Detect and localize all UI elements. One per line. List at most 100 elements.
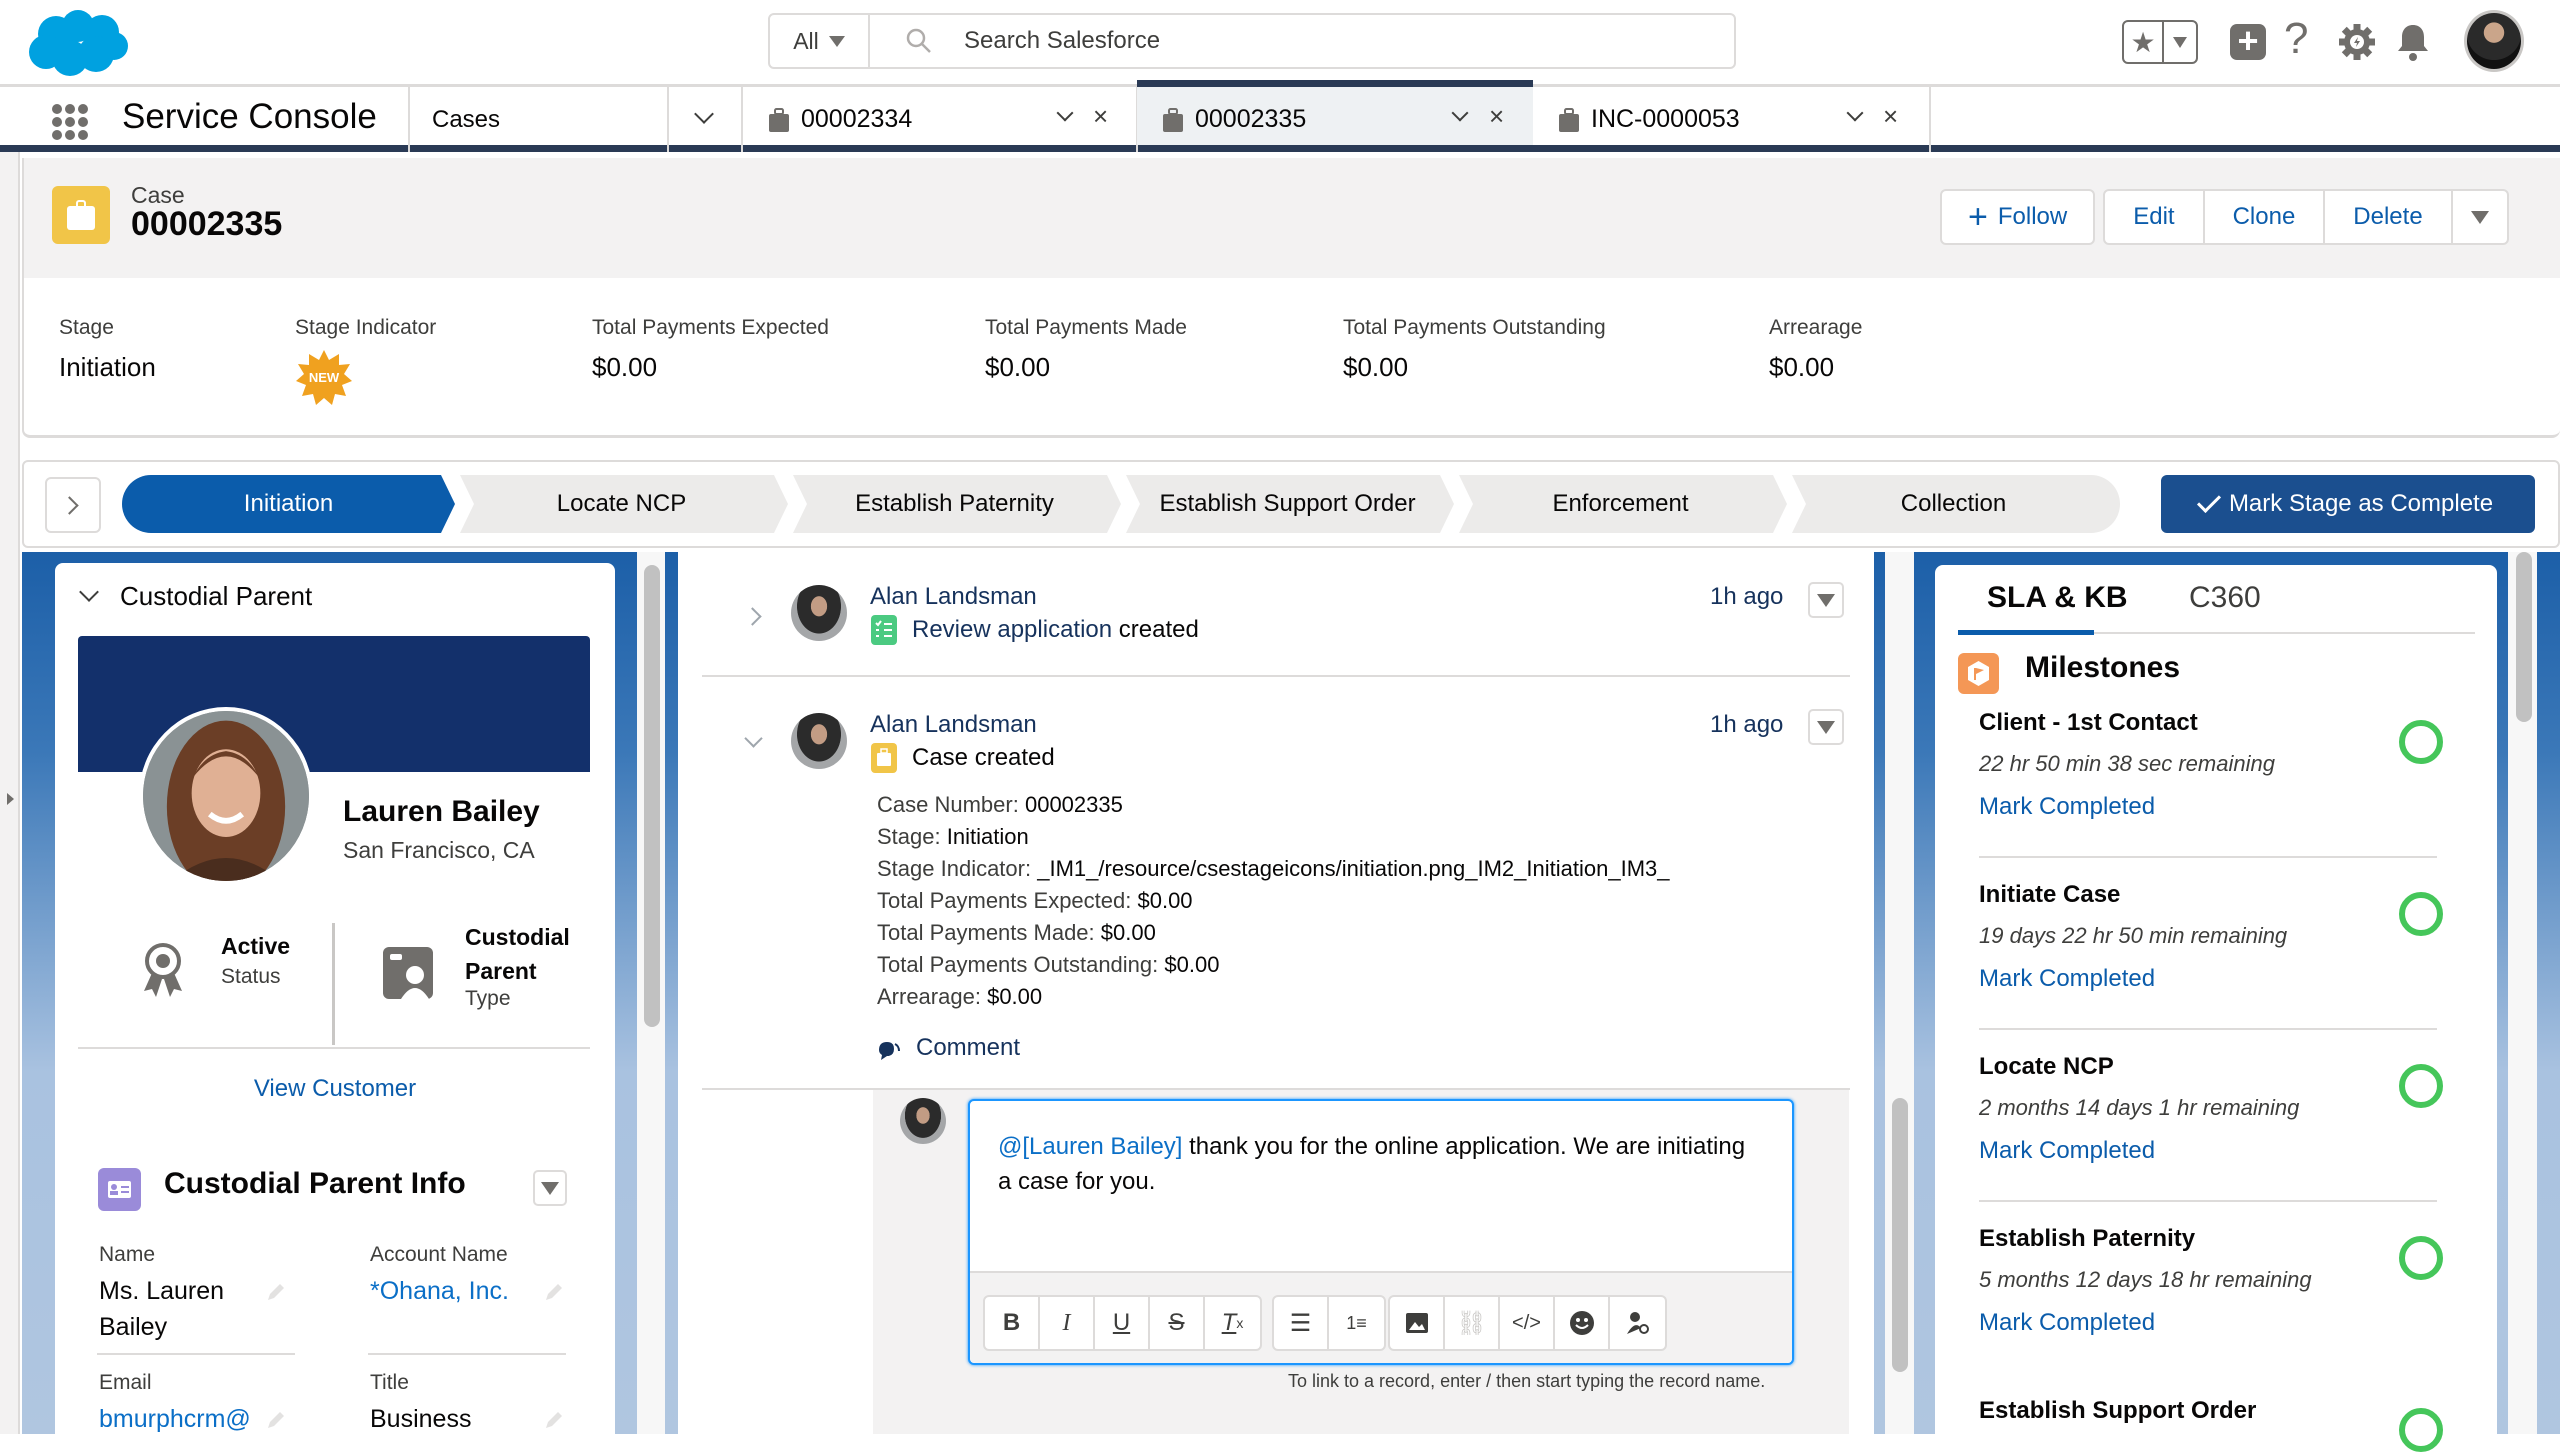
follow-button[interactable]: + Follow: [1940, 189, 2096, 245]
task-link[interactable]: Review application: [912, 616, 1112, 643]
mention-button[interactable]: [1610, 1297, 1665, 1349]
author-avatar[interactable]: [791, 585, 847, 641]
clear-formatting-button[interactable]: Tx: [1205, 1297, 1260, 1349]
mark-stage-complete-button[interactable]: Mark Stage as Complete: [2161, 475, 2535, 533]
feed-item-menu[interactable]: [1808, 582, 1844, 618]
comment-input[interactable]: @[Lauren Bailey] thank you for the onlin…: [998, 1129, 1758, 1199]
favorites-menu-icon[interactable]: [2164, 22, 2196, 62]
path-step-establish-paternity[interactable]: [793, 475, 1121, 533]
comment-editor[interactable]: @[Lauren Bailey] thank you for the onlin…: [968, 1099, 1794, 1365]
search-scope-dropdown[interactable]: All: [770, 15, 870, 67]
checkmark-icon: [2196, 488, 2221, 514]
more-actions-button[interactable]: [2453, 191, 2507, 243]
bulleted-list-button[interactable]: ☰: [1274, 1297, 1329, 1349]
detail-key: Total Payments Made:: [877, 920, 1095, 945]
comment-button[interactable]: Comment: [916, 1034, 1020, 1062]
feed-action-text: Case created: [912, 744, 1055, 771]
tab-sla-kb[interactable]: SLA & KB: [1987, 581, 2128, 615]
section-menu-button[interactable]: [533, 1170, 567, 1206]
global-actions-plus-icon[interactable]: +: [2230, 23, 2266, 60]
path-step-establish-support-order[interactable]: [1126, 475, 1454, 533]
code-button[interactable]: </>: [1500, 1297, 1555, 1349]
numbered-list-button[interactable]: 1≡: [1329, 1297, 1384, 1349]
favorites-button[interactable]: ★: [2122, 20, 2198, 64]
path-step-initiation[interactable]: [122, 475, 455, 533]
detail-key: Stage Indicator:: [877, 856, 1032, 881]
salesforce-logo[interactable]: [26, 8, 134, 80]
chevron-down-icon[interactable]: [1451, 104, 1469, 122]
search-icon: [906, 28, 931, 53]
chevron-down-icon[interactable]: [1846, 104, 1864, 122]
chevron-down-icon: [828, 35, 845, 47]
edit-pencil-icon[interactable]: [543, 1409, 565, 1431]
right-scrollbar-thumb[interactable]: [2516, 552, 2532, 722]
emoji-button[interactable]: [1555, 1297, 1610, 1349]
delete-button[interactable]: Delete: [2325, 191, 2453, 243]
feed-author[interactable]: Alan Landsman: [870, 711, 1037, 739]
feed-item-menu[interactable]: [1808, 709, 1844, 745]
star-icon[interactable]: ★: [2124, 22, 2164, 62]
expand-arrow-icon[interactable]: [7, 793, 14, 805]
close-icon[interactable]: ×: [1093, 101, 1108, 132]
strikethrough-button[interactable]: S: [1150, 1297, 1205, 1349]
edit-button[interactable]: Edit: [2105, 191, 2205, 243]
highlight-stage-indicator: Stage Indicator: [295, 316, 436, 340]
mention-link[interactable]: @[Lauren Bailey]: [998, 1133, 1182, 1160]
chevron-down-icon[interactable]: [79, 582, 99, 602]
help-icon[interactable]: ?: [2284, 14, 2308, 64]
view-customer-link[interactable]: View Customer: [55, 1075, 615, 1103]
italic-button[interactable]: I: [1040, 1297, 1095, 1349]
underline-button[interactable]: U: [1095, 1297, 1150, 1349]
edit-pencil-icon[interactable]: [265, 1281, 287, 1303]
format-group: B I U S Tx: [983, 1295, 1262, 1351]
workspace-tab[interactable]: 00002334 ×: [743, 87, 1136, 152]
global-search[interactable]: All Search Salesforce: [768, 13, 1736, 69]
chevron-down-icon[interactable]: [694, 104, 714, 124]
milestone-divider: [1979, 856, 2437, 858]
clone-button[interactable]: Clone: [2205, 191, 2326, 243]
case-briefcase-icon: [1559, 108, 1579, 132]
chevron-down-icon[interactable]: [1056, 104, 1074, 122]
field-value-account-link[interactable]: *Ohana, Inc.: [370, 1273, 509, 1309]
chevron-down-icon: [2470, 210, 2489, 224]
section-title[interactable]: Custodial Parent: [120, 581, 312, 612]
search-input[interactable]: Search Salesforce: [964, 27, 1160, 55]
image-button[interactable]: [1390, 1297, 1445, 1349]
follow-label: Follow: [1997, 203, 2068, 230]
workspace-tab[interactable]: INC-0000053 ×: [1533, 87, 1929, 152]
notifications-bell-icon[interactable]: [2396, 22, 2430, 62]
milestone-remaining: 19 days 22 hr 50 min remaining: [1979, 923, 2288, 948]
milestones-title: Milestones: [2025, 651, 2181, 684]
edit-pencil-icon[interactable]: [543, 1281, 565, 1303]
mark-completed-link[interactable]: Mark Completed: [1979, 1137, 2155, 1165]
path-step-enforcement[interactable]: [1459, 475, 1787, 533]
link-button[interactable]: ⛓: [1445, 1297, 1500, 1349]
left-scrollbar-thumb[interactable]: [644, 565, 660, 1027]
bold-button[interactable]: B: [985, 1297, 1040, 1349]
mark-stage-complete-label: Mark Stage as Complete: [2228, 490, 2494, 517]
mark-completed-link[interactable]: Mark Completed: [1979, 793, 2155, 821]
detail-value: $0.00: [1137, 888, 1193, 913]
edit-pencil-icon[interactable]: [265, 1409, 287, 1431]
feed-author[interactable]: Alan Landsman: [870, 583, 1037, 611]
path-toggle-button[interactable]: [45, 477, 101, 533]
close-icon[interactable]: ×: [1489, 101, 1504, 132]
setup-gear-icon[interactable]: [2338, 18, 2376, 66]
case-object-icon: [52, 186, 110, 244]
close-icon[interactable]: ×: [1883, 101, 1898, 132]
contact-avatar: [139, 707, 313, 885]
path-step-collection[interactable]: [1792, 475, 2120, 533]
mark-completed-link[interactable]: Mark Completed: [1979, 1309, 2155, 1337]
field-value-email-link[interactable]: bmurphcrm@: [99, 1401, 251, 1437]
mark-completed-link[interactable]: Mark Completed: [1979, 965, 2155, 993]
user-avatar[interactable]: [2464, 10, 2524, 72]
app-launcher-icon[interactable]: [52, 104, 88, 140]
path-step-locate-ncp[interactable]: [460, 475, 788, 533]
workspace-tab-active[interactable]: 00002335 ×: [1137, 80, 1533, 145]
tab-c360[interactable]: C360: [2189, 581, 2261, 615]
author-avatar[interactable]: [791, 713, 847, 769]
search-scope-label: All: [793, 27, 819, 54]
detail-line: Stage: Initiation: [877, 821, 1670, 853]
object-selector[interactable]: Cases: [432, 106, 500, 134]
center-scrollbar-thumb[interactable]: [1892, 1098, 1908, 1372]
